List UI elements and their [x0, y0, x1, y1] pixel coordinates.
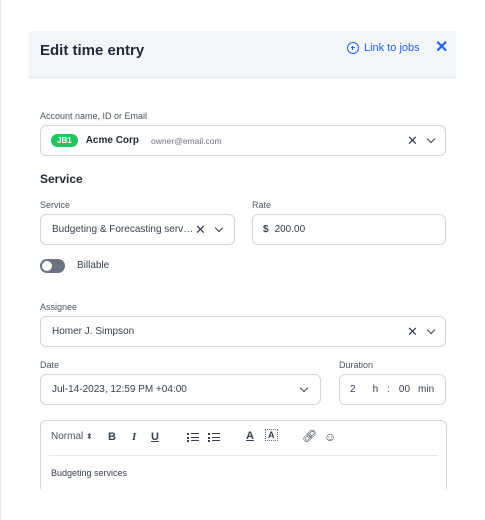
description-editor[interactable]: Normal ⬍ B I U A A 🔗︎ ☺ Budgeting servic… [40, 420, 447, 489]
account-name: Acme Corp [85, 135, 140, 146]
chevron-down-icon[interactable] [214, 223, 224, 233]
service-section-title: Service [40, 172, 83, 186]
service-select[interactable]: Budgeting & Forecasting services ✕ [40, 214, 235, 245]
ordered-list-icon[interactable] [187, 433, 199, 442]
assignee-label: Assignee [40, 302, 78, 312]
duration-separator: : [387, 384, 390, 395]
assignee-select[interactable]: Homer J. Simpson ✕ [40, 316, 446, 347]
toolbar-divider [49, 455, 438, 456]
chevron-down-icon[interactable] [426, 325, 436, 335]
clear-account-icon[interactable]: ✕ [407, 134, 418, 147]
editor-content[interactable]: Budgeting services [51, 468, 127, 478]
rate-input[interactable]: $ 200.00 [252, 214, 446, 245]
underline-button[interactable]: U [151, 431, 159, 443]
italic-button[interactable]: I [132, 431, 136, 443]
account-email: owner@email.com [151, 135, 222, 146]
date-value: Jul-14-2023, 12:59 PM +04:00 [52, 384, 187, 395]
billable-label: Billable [77, 260, 110, 271]
currency-symbol: $ [263, 224, 269, 235]
clear-assignee-icon[interactable]: ✕ [407, 325, 418, 338]
bold-button[interactable]: B [108, 431, 116, 443]
minutes-unit: min [418, 384, 435, 395]
service-value: Budgeting & Forecasting services [52, 224, 194, 235]
updown-icon: ⬍ [86, 432, 93, 441]
chevron-down-icon[interactable] [426, 134, 436, 144]
bullet-list-icon[interactable] [208, 433, 220, 442]
hours-unit: h [372, 384, 379, 395]
emoji-icon[interactable]: ☺ [324, 430, 336, 444]
duration-label: Duration [339, 360, 374, 370]
clear-service-icon[interactable]: ✕ [195, 223, 206, 236]
left-border [0, 0, 1, 520]
duration-input[interactable]: 2 h : 00 min [339, 374, 446, 405]
chevron-down-icon[interactable] [299, 383, 309, 393]
rate-value: 200.00 [274, 224, 306, 235]
account-label: Account name, ID or Email [40, 111, 148, 121]
account-badge: JB1 [51, 134, 78, 147]
date-picker[interactable]: Jul-14-2023, 12:59 PM +04:00 [40, 374, 321, 405]
close-icon[interactable]: ✕ [435, 40, 448, 56]
plus-circle-icon [347, 42, 359, 54]
link-to-jobs-label: Link to jobs [364, 42, 420, 54]
rate-label: Rate [252, 200, 272, 210]
format-select[interactable]: Normal ⬍ [51, 431, 93, 442]
toggle-knob [42, 261, 52, 271]
date-label: Date [40, 360, 60, 370]
highlight-color-icon[interactable]: A [265, 429, 278, 441]
assignee-value: Homer J. Simpson [52, 326, 135, 337]
text-color-icon[interactable]: A [246, 430, 254, 442]
duration-minutes[interactable]: 00 [399, 384, 410, 395]
link-icon[interactable]: 🔗︎ [302, 429, 317, 443]
edit-time-entry-panel: Edit time entry Link to jobs ✕ Account n… [29, 31, 456, 489]
page-title: Edit time entry [40, 42, 145, 59]
service-label: Service [40, 200, 71, 210]
billable-toggle[interactable] [40, 259, 65, 273]
editor-toolbar: Normal ⬍ B I U A A 🔗︎ ☺ [41, 421, 446, 455]
panel-header: Edit time entry Link to jobs ✕ [29, 31, 456, 78]
duration-hours[interactable]: 2 [350, 384, 356, 395]
account-select[interactable]: JB1 Acme Corp owner@email.com ✕ [40, 125, 446, 156]
format-value: Normal [51, 431, 84, 442]
link-to-jobs-button[interactable]: Link to jobs [347, 42, 420, 54]
